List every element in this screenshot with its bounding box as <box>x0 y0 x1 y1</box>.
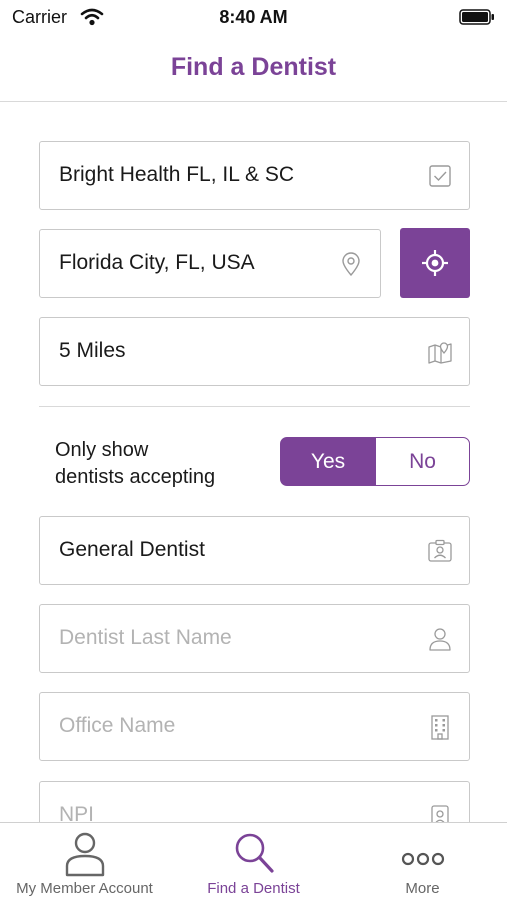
plan-field[interactable]: Bright Health FL, IL & SC <box>39 141 470 210</box>
specialty-value: General Dentist <box>59 538 205 561</box>
clock: 8:40 AM <box>219 7 288 27</box>
plan-value: Bright Health FL, IL & SC <box>59 163 294 186</box>
tab-label: Find a Dentist <box>207 880 300 897</box>
battery-icon <box>459 9 494 25</box>
location-field[interactable]: Florida City, FL, USA <box>39 229 381 298</box>
accepting-label-line1: Only show <box>55 439 149 461</box>
last-name-placeholder: Dentist Last Name <box>59 626 232 649</box>
map-icon <box>428 342 452 364</box>
accepting-no-button[interactable]: No <box>375 437 470 486</box>
status-bar: Carrier 8:40 AM <box>0 0 507 36</box>
section-divider <box>39 406 470 407</box>
tab-find-a-dentist[interactable]: Find a Dentist <box>169 823 338 900</box>
office-name-field[interactable]: Office Name <box>39 692 470 761</box>
accepting-yes-button[interactable]: Yes <box>280 437 376 486</box>
search-icon <box>235 833 274 873</box>
distance-value: 5 Miles <box>59 339 126 362</box>
office-name-placeholder: Office Name <box>59 714 176 737</box>
crosshair-icon <box>422 250 448 276</box>
last-name-field[interactable]: Dentist Last Name <box>39 604 470 673</box>
specialty-field[interactable]: General Dentist <box>39 516 470 585</box>
checkbox-icon <box>429 165 451 187</box>
accepting-label-line2: dentists accepting <box>55 466 216 488</box>
map-pin-icon <box>342 252 360 277</box>
tab-label: More <box>405 880 440 897</box>
distance-field[interactable]: 5 Miles <box>39 317 470 386</box>
accepting-label: Only show dentists accepting <box>55 437 215 491</box>
id-card-icon <box>428 539 452 562</box>
building-icon <box>431 715 449 740</box>
tab-label: My Member Account <box>16 880 153 897</box>
more-icon <box>401 852 445 866</box>
current-location-button[interactable] <box>400 228 470 298</box>
location-value: Florida City, FL, USA <box>59 251 255 274</box>
person-icon <box>65 832 105 877</box>
page-title: Find a Dentist <box>170 53 337 81</box>
tab-more[interactable]: More <box>338 823 507 900</box>
nav-bar: Find a Dentist <box>0 36 507 102</box>
tab-bar: My Member Account Find a Dentist More <box>0 822 507 900</box>
user-icon <box>429 628 451 651</box>
tab-my-member-account[interactable]: My Member Account <box>0 823 169 900</box>
